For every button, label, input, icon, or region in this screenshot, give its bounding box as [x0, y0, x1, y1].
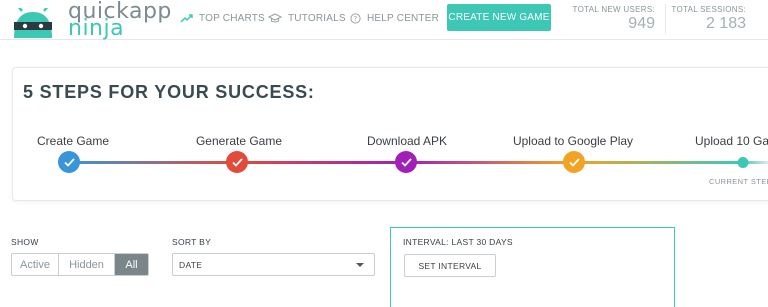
- steps-title: 5 STEPS FOR YOUR SUCCESS:: [23, 82, 315, 102]
- steps-card: 5 STEPS FOR YOUR SUCCESS: Create Game Ge…: [12, 67, 768, 201]
- graduation-cap-icon: [268, 13, 282, 23]
- step-generate-game-check: [226, 151, 248, 173]
- show-label: SHOW: [11, 237, 39, 247]
- step-label: Create Game: [36, 134, 110, 148]
- step-label: Download APK: [366, 134, 448, 148]
- nav-help-center-label: HELP CENTER: [367, 12, 440, 24]
- brand-word-2: ninja: [68, 16, 125, 41]
- stat-value: 2 183: [705, 15, 746, 32]
- nav-help-center[interactable]: ? HELP CENTER: [350, 0, 439, 36]
- stat-total-new-users: TOTAL NEW USERS: 949: [570, 5, 655, 33]
- show-active-option[interactable]: Active: [12, 254, 59, 275]
- step-label: Upload 10 Gam: [694, 134, 768, 148]
- step-label: Generate Game: [195, 134, 283, 148]
- top-header: quickapp ninja TOP CHARTS TUTORIALS ? HE…: [0, 0, 768, 41]
- interval-panel: INTERVAL: LAST 30 DAYS SET INTERVAL: [390, 227, 675, 307]
- current-step-label: CURRENT STEP: [709, 177, 768, 186]
- step-download-apk-check: [395, 151, 417, 173]
- show-filter-segmented: Active Hidden All: [11, 253, 149, 276]
- nav-top-charts[interactable]: TOP CHARTS: [180, 0, 265, 36]
- sort-by-value: DATE: [179, 259, 203, 270]
- checkmark-icon: [568, 157, 580, 167]
- stat-value: 949: [628, 15, 655, 32]
- stat-label: TOTAL NEW USERS:: [572, 5, 655, 14]
- show-all-option[interactable]: All: [115, 254, 148, 275]
- interval-label: INTERVAL: LAST 30 DAYS: [403, 237, 513, 247]
- step-label: Upload to Google Play: [512, 134, 634, 148]
- steps-progress-line: [69, 161, 768, 164]
- step-upload-google-play-check: [563, 151, 585, 173]
- stat-label: TOTAL SESSIONS:: [671, 5, 746, 14]
- nav-tutorials[interactable]: TUTORIALS: [268, 0, 346, 36]
- checkmark-icon: [231, 157, 243, 167]
- help-circle-icon: ?: [350, 12, 361, 24]
- chevron-down-icon: [356, 263, 364, 267]
- set-interval-button[interactable]: SET INTERVAL: [404, 254, 496, 277]
- sort-by-label: SORT BY: [172, 237, 212, 247]
- checkmark-icon: [63, 157, 75, 167]
- create-new-game-button[interactable]: CREATE NEW GAME: [447, 4, 551, 31]
- brand-logo[interactable]: quickapp ninja: [10, 0, 171, 41]
- checkmark-icon: [400, 157, 412, 167]
- nav-tutorials-label: TUTORIALS: [288, 12, 346, 24]
- nav-top-charts-label: TOP CHARTS: [199, 12, 265, 24]
- sort-by-select[interactable]: DATE: [172, 253, 375, 276]
- trending-up-icon: [180, 13, 193, 23]
- divider: [665, 4, 666, 34]
- svg-text:?: ?: [354, 15, 358, 23]
- step-create-game-check: [58, 151, 80, 173]
- android-ninja-logo-icon: [14, 8, 52, 38]
- stat-total-sessions: TOTAL SESSIONS: 2 183: [668, 5, 746, 33]
- current-step-dot: [737, 157, 749, 168]
- show-hidden-option[interactable]: Hidden: [59, 254, 115, 275]
